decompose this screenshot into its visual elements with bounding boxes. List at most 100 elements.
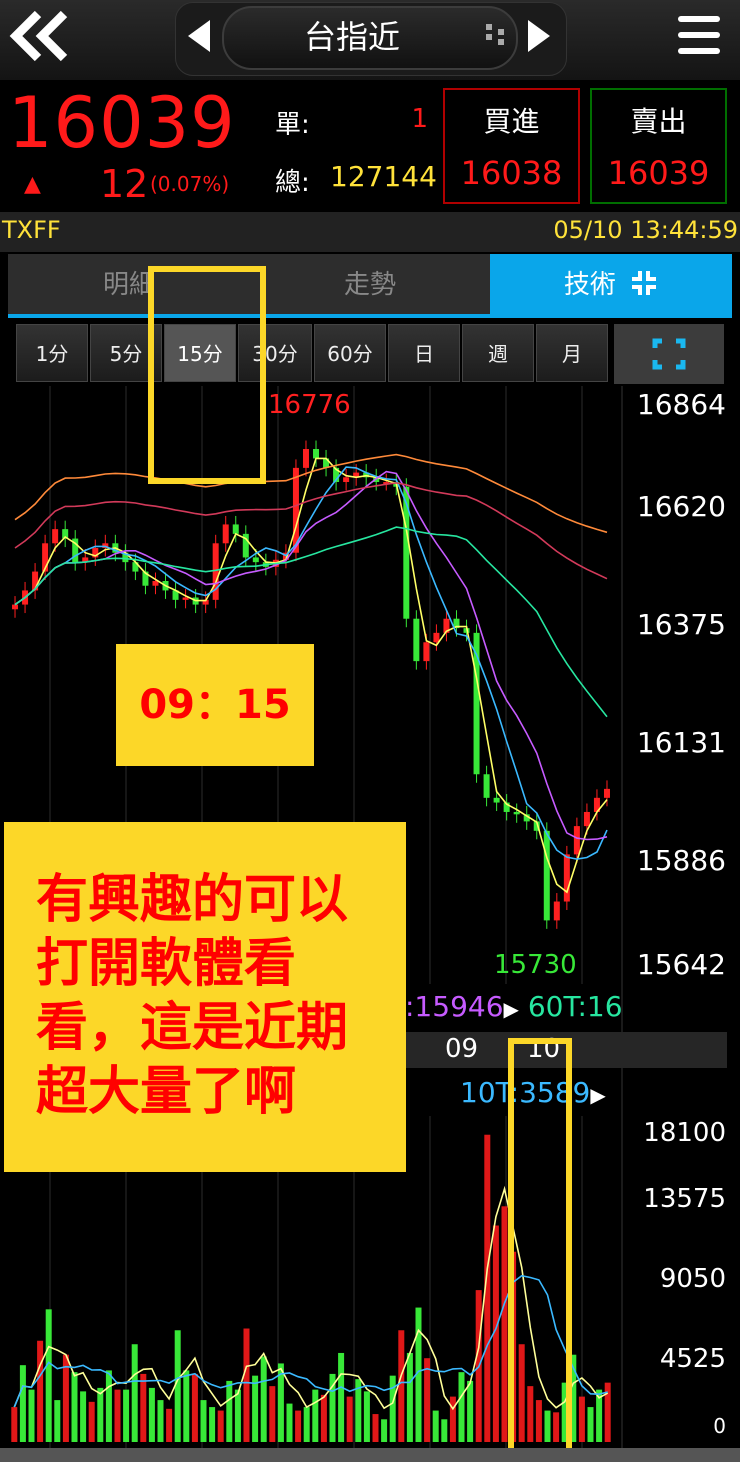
buy-label: 買進 [483,105,540,138]
volume-bar [226,1380,233,1442]
price-tick: 16864 [636,388,726,421]
price-tick: 16131 [636,726,726,759]
volume-bar [157,1400,164,1442]
candle [423,642,430,662]
volume-bar [587,1407,594,1442]
total-volume-value: 127144 [330,160,437,193]
price-tick: 16620 [636,490,726,523]
period-day[interactable]: 日 [388,324,460,382]
volume-bar [71,1372,78,1442]
volume-bar [604,1382,611,1442]
volume-bar [88,1401,95,1442]
next-instrument-button[interactable] [526,18,552,58]
volume-bar [578,1396,585,1442]
sell-button[interactable]: 賣出 16039 [590,88,727,204]
candle [543,830,550,921]
volume-bar [312,1389,319,1442]
volume-bar [467,1380,474,1442]
candle [222,524,229,544]
volume-tick: 0 [713,1414,726,1438]
triangle-left-icon [188,20,210,52]
volume-bar [19,1365,26,1442]
ma-value: 60T:16 [527,990,623,1023]
last-price: 16039 [8,82,236,164]
quote-datetime: 05/10 13:44:59 [553,216,738,244]
candle [563,854,570,902]
menu-button[interactable] [678,14,722,58]
price-tick: 15642 [636,948,726,981]
volume-bar [234,1389,241,1442]
sell-label: 賣出 [630,105,687,138]
candle [252,557,259,563]
volume-axis: 18100 13575 9050 4525 0 [622,1118,740,1448]
volume-bar [54,1400,61,1442]
candle [12,604,19,610]
volume-bar [338,1352,345,1442]
volume-bar [441,1419,448,1442]
volume-bar [363,1391,370,1442]
volume-bar [346,1396,353,1442]
price-change-percent: (0.07%) [150,172,230,196]
bottom-bar [0,1448,740,1462]
volume-bar [123,1389,130,1442]
triangle-right-icon [528,20,550,52]
highlight-box-volume-spike [508,1038,572,1462]
highlight-box-15min [148,266,266,484]
period-week[interactable]: 週 [462,324,534,382]
candle [433,632,440,643]
candle [583,811,590,827]
volume-bar [140,1373,147,1442]
volume-bar [37,1340,44,1442]
price-tick: 16375 [636,608,726,641]
period-selector: 1分 5分 15分 30分 60分 日 週 月 [16,324,612,384]
volume-bar [372,1414,379,1442]
prev-instrument-button[interactable] [186,18,212,58]
instrument-title: 台指近 [303,18,400,56]
volume-bar [80,1391,87,1442]
volume-bar [183,1370,190,1442]
candle [302,449,309,468]
period-1min[interactable]: 1分 [16,324,88,382]
volume-bar [501,1206,508,1442]
volume-bar [11,1407,18,1442]
single-volume-value: 1 [411,104,428,134]
volume-bar [114,1389,121,1442]
tab-trend[interactable]: 走勢 [250,254,490,316]
volume-bar [209,1407,216,1442]
price-change: 12 [100,162,149,206]
volume-bar [131,1344,138,1442]
period-60min[interactable]: 60分 [314,324,386,382]
volume-bar [243,1328,250,1442]
volume-tick: 13575 [643,1184,726,1214]
back-button[interactable] [8,8,72,64]
volume-bar [269,1386,276,1442]
tab-technical[interactable]: 技術 [490,254,732,316]
volume-bar [424,1358,431,1442]
volume-bar [381,1419,388,1442]
volume-bar [191,1373,198,1442]
single-volume-label: 單: [275,110,310,140]
volume-tick: 4525 [659,1344,726,1374]
tab-indicator [8,314,732,318]
buy-button[interactable]: 買進 16038 [443,88,580,204]
sell-price: 16039 [607,154,710,192]
volume-tick: 18100 [643,1118,726,1148]
symbol-code: TXFF [2,216,61,244]
volume-bar [166,1408,173,1442]
volume-bar [28,1389,35,1442]
volume-bar [105,1370,112,1442]
candle [603,788,610,798]
fullscreen-button[interactable] [614,324,724,384]
volume-bar [432,1410,439,1442]
volume-bar [449,1396,456,1442]
period-month[interactable]: 月 [536,324,608,382]
volume-bar [398,1330,405,1442]
drag-grip-icon[interactable] [484,22,508,52]
volume-bar [200,1400,207,1442]
expand-icon [652,338,686,370]
candle [182,597,189,600]
view-tabs: 明細 走勢 技術 [8,254,732,316]
up-arrow-icon: ▲ [24,172,41,197]
moving-average-legend: :15946▶ 60T:16 [405,990,623,1023]
candle [343,477,350,483]
